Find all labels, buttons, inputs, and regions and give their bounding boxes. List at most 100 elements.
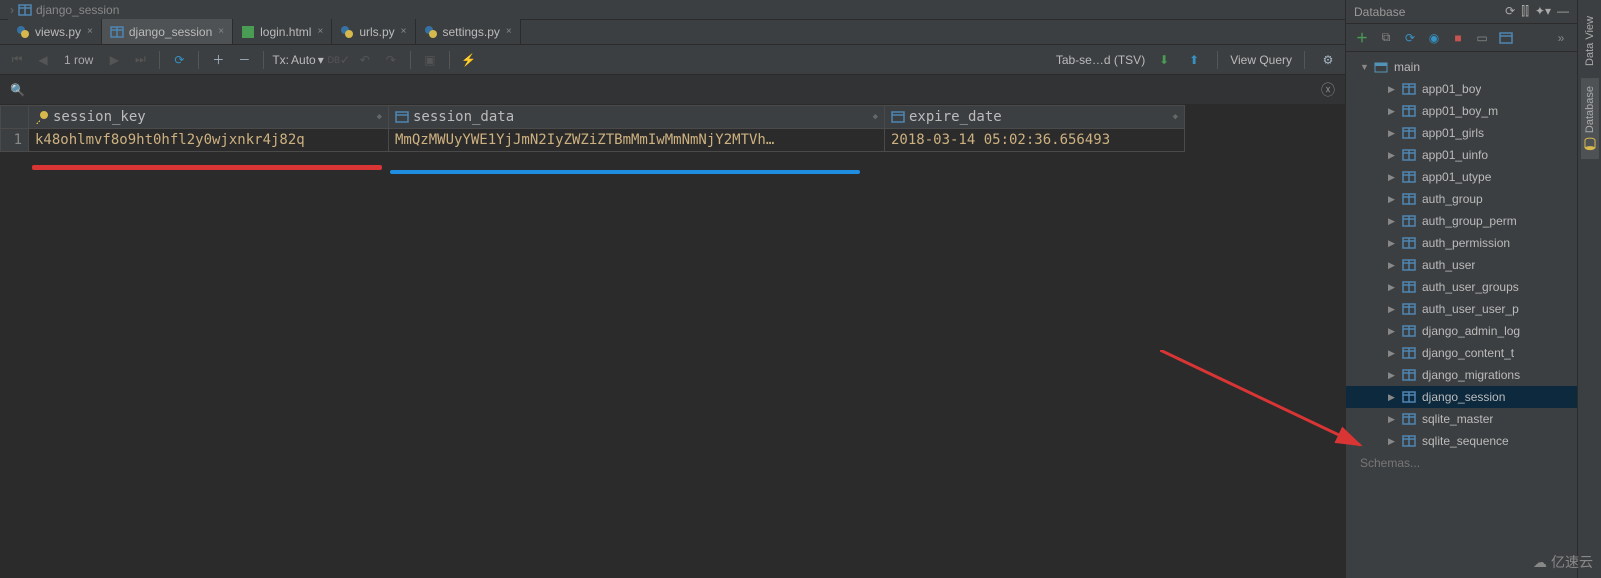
- tree-table-sqlite-sequence[interactable]: ▶sqlite_sequence: [1346, 430, 1577, 452]
- schemas-link[interactable]: Schemas...: [1346, 452, 1577, 474]
- tab-login-html[interactable]: login.html ×: [233, 19, 332, 44]
- tree-table-auth-user[interactable]: ▶auth_user: [1346, 254, 1577, 276]
- column-header-session-data[interactable]: session_data ◆: [389, 106, 885, 129]
- upload-button[interactable]: ⬆: [1183, 49, 1205, 71]
- editor-tabs: views.py × django_session × login.html ×…: [0, 20, 1345, 45]
- commit-button[interactable]: DB✓: [328, 49, 350, 71]
- data-grid[interactable]: session_key ◆ session_data ◆: [0, 105, 1345, 578]
- tree-table-app01-boy-m[interactable]: ▶app01_boy_m: [1346, 100, 1577, 122]
- vtab-data-view[interactable]: Data View: [1582, 8, 1598, 74]
- vtab-label: Database: [1584, 86, 1596, 133]
- view-query-button[interactable]: View Query: [1230, 53, 1292, 67]
- cell-session-data[interactable]: MmQzMWUyYWE1YjJmN2IyZWZiZTBmMmIwMmNmNjY2…: [389, 129, 885, 152]
- view-button[interactable]: ▣: [419, 49, 441, 71]
- table-row[interactable]: 1 k48ohlmvf8o9ht0hfl2y0wjxnkr4j82q MmQzM…: [1, 129, 1185, 152]
- more-button[interactable]: »: [1551, 28, 1571, 48]
- tab-label: login.html: [260, 25, 311, 39]
- close-icon[interactable]: ×: [87, 26, 93, 37]
- tree-label: sqlite_master: [1422, 412, 1493, 426]
- breadcrumb-arrow-icon: ›: [10, 3, 14, 17]
- prev-page-button[interactable]: ◀: [32, 49, 54, 71]
- console-button[interactable]: ▭: [1472, 28, 1492, 48]
- filter-icon[interactable]: ⫿⫿: [1521, 4, 1529, 19]
- refresh-button[interactable]: ⟳: [1400, 28, 1420, 48]
- column-header-expire-date[interactable]: expire_date ◆: [885, 106, 1185, 129]
- sort-icon: ◆: [1173, 112, 1178, 122]
- search-icon: 🔍: [10, 83, 25, 97]
- table-icon: [18, 3, 32, 17]
- last-page-button[interactable]: ⏭: [129, 49, 151, 71]
- tree-label: django_migrations: [1422, 368, 1520, 382]
- tree-label: sqlite_sequence: [1422, 434, 1509, 448]
- tree-table-app01-uinfo[interactable]: ▶app01_uinfo: [1346, 144, 1577, 166]
- download-button[interactable]: ⬇: [1153, 49, 1175, 71]
- tree-label: auth_user_groups: [1422, 280, 1519, 294]
- clear-filter-button[interactable]: ⓧ: [1321, 80, 1335, 100]
- tree-table-django-admin-log[interactable]: ▶django_admin_log: [1346, 320, 1577, 342]
- tab-django-session[interactable]: django_session ×: [102, 19, 233, 44]
- close-icon[interactable]: ×: [506, 26, 512, 37]
- gear-icon[interactable]: ✦▾: [1535, 4, 1551, 19]
- table-icon: [1402, 104, 1418, 118]
- sync-icon[interactable]: ⟳: [1505, 4, 1515, 19]
- row-number: 1: [1, 129, 29, 152]
- tree-table-auth-user-groups[interactable]: ▶auth_user_groups: [1346, 276, 1577, 298]
- table-icon: [1402, 412, 1418, 426]
- tab-views-py[interactable]: views.py ×: [8, 19, 102, 44]
- tree-table-app01-boy[interactable]: ▶app01_boy: [1346, 78, 1577, 100]
- tree-table-auth-group[interactable]: ▶auth_group: [1346, 188, 1577, 210]
- cell-session-key[interactable]: k48ohlmvf8o9ht0hfl2y0wjxnkr4j82q: [29, 129, 389, 152]
- rollback-button[interactable]: ↶: [354, 49, 376, 71]
- table-icon: [1402, 434, 1418, 448]
- tab-urls-py[interactable]: urls.py ×: [332, 19, 415, 44]
- tree-table-django-content-t[interactable]: ▶django_content_t: [1346, 342, 1577, 364]
- cancel-button[interactable]: ■: [1448, 28, 1468, 48]
- column-icon: [395, 110, 409, 124]
- tree-table-app01-utype[interactable]: ▶app01_utype: [1346, 166, 1577, 188]
- table-icon: [1402, 236, 1418, 250]
- table-icon: [1402, 192, 1418, 206]
- reload-button[interactable]: ⟳: [168, 49, 190, 71]
- tab-settings-py[interactable]: settings.py ×: [416, 19, 521, 44]
- first-page-button[interactable]: ⏮: [6, 49, 28, 71]
- tree-table-django-migrations[interactable]: ▶django_migrations: [1346, 364, 1577, 386]
- database-panel-header: Database ⟳ ⫿⫿ ✦▾ —: [1346, 0, 1577, 24]
- tree-table-django-session[interactable]: ▶django_session: [1346, 386, 1577, 408]
- next-page-button[interactable]: ▶: [103, 49, 125, 71]
- close-icon[interactable]: ×: [317, 26, 323, 37]
- expand-icon: ▶: [1388, 172, 1400, 183]
- ddl-button[interactable]: ⚡: [458, 49, 480, 71]
- cell-expire-date[interactable]: 2018-03-14 05:02:36.656493: [885, 129, 1185, 152]
- settings-button[interactable]: ⚙: [1317, 49, 1339, 71]
- add-row-button[interactable]: ＋: [207, 49, 229, 71]
- tree-root-main[interactable]: ▼ main: [1346, 56, 1577, 78]
- revert-button[interactable]: ↷: [380, 49, 402, 71]
- tx-mode[interactable]: Tx: Auto ▾: [272, 53, 323, 67]
- tree-label: django_content_t: [1422, 346, 1514, 360]
- expand-icon: ▼: [1360, 62, 1372, 72]
- database-tree[interactable]: ▼ main ▶app01_boy▶app01_boy_m▶app01_girl…: [1346, 52, 1577, 578]
- table-icon: [1402, 258, 1418, 272]
- vtab-database[interactable]: Database: [1581, 78, 1599, 159]
- tree-table-auth-group-perm[interactable]: ▶auth_group_perm: [1346, 210, 1577, 232]
- close-icon[interactable]: ×: [401, 26, 407, 37]
- close-icon[interactable]: ×: [218, 26, 224, 37]
- export-format[interactable]: Tab-se…d (TSV): [1056, 53, 1145, 67]
- column-header-session-key[interactable]: session_key ◆: [29, 106, 389, 129]
- duplicate-button[interactable]: ⧉: [1376, 28, 1396, 48]
- col-label: session_key: [53, 109, 146, 125]
- filter-row[interactable]: 🔍 ⓧ: [0, 75, 1345, 105]
- remove-row-button[interactable]: －: [233, 49, 255, 71]
- tree-table-auth-permission[interactable]: ▶auth_permission: [1346, 232, 1577, 254]
- stop-button[interactable]: ◉: [1424, 28, 1444, 48]
- schema-icon: [1374, 60, 1390, 74]
- tree-table-sqlite-master[interactable]: ▶sqlite_master: [1346, 408, 1577, 430]
- add-button[interactable]: ＋: [1352, 28, 1372, 48]
- tree-table-app01-girls[interactable]: ▶app01_girls: [1346, 122, 1577, 144]
- hide-icon[interactable]: —: [1557, 4, 1569, 19]
- database-toolbar: ＋ ⧉ ⟳ ◉ ■ ▭ »: [1346, 24, 1577, 52]
- tree-table-auth-user-user-p[interactable]: ▶auth_user_user_p: [1346, 298, 1577, 320]
- chevron-down-icon: ▾: [318, 53, 324, 67]
- table-icon: [1402, 170, 1418, 184]
- tables-button[interactable]: [1496, 28, 1516, 48]
